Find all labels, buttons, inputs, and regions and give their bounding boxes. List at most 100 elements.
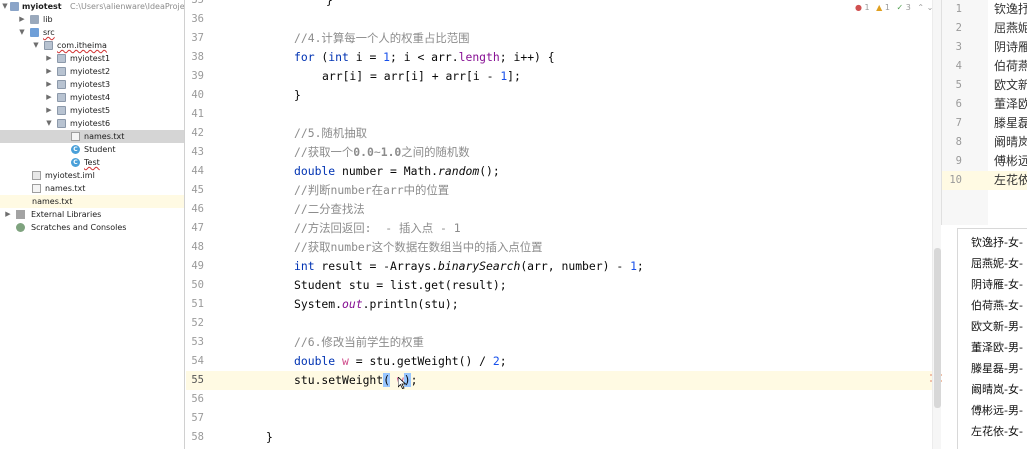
inspections-widget[interactable]: ● 1 ▲ 1 ✓ 3 ⌃ ⌄: [855, 3, 933, 15]
tree-item-label: myiotest.iml: [45, 171, 95, 180]
file-line[interactable]: 7 滕星磊: [942, 114, 1027, 133]
error-icon: ●: [855, 3, 862, 12]
run-console[interactable]: 钦逸抒-女- 屈燕妮-女- 阴诗雁-女- 伯荷燕-女- 欧文新-男- 董泽欧-男…: [957, 228, 1027, 449]
code-comment: 0.0: [353, 145, 374, 159]
code-line[interactable]: //5.随机抽取: [246, 124, 932, 143]
tree-item-label: Test: [84, 158, 100, 167]
class-icon: C: [71, 158, 80, 167]
chevron-right-icon[interactable]: ▶: [45, 65, 53, 78]
line-number: 2: [955, 22, 962, 34]
line-number: 42: [191, 127, 204, 139]
chevron-down-icon[interactable]: ▼: [45, 117, 53, 130]
code-token: stu.setWeight: [294, 373, 384, 387]
code-line[interactable]: }: [246, 428, 932, 447]
tree-item-student[interactable]: C Student: [0, 143, 184, 156]
tree-item-src[interactable]: ▼ src: [0, 26, 184, 39]
tree-item-myiotest6[interactable]: ▼ myiotest6: [0, 117, 184, 130]
file-line[interactable]: 6 董泽欧: [942, 95, 1027, 114]
file-line[interactable]: 2 屈燕妮: [942, 19, 1027, 38]
tree-item-label: names.txt: [84, 132, 125, 141]
code-editor[interactable]: } //4.计算每一个人的权重占比范围 for (int i = 1; i < …: [246, 0, 932, 449]
line-number-gutter[interactable]: 35 36 37 38 39 40 41 42 43 44 45 46 47 4…: [186, 0, 246, 449]
chevron-down-icon[interactable]: ▼: [32, 39, 40, 52]
code-line[interactable]: //判断number在arr中的位置: [246, 181, 932, 200]
file-line[interactable]: 3 阴诗雁: [942, 38, 1027, 57]
tree-item-lib[interactable]: ▶ lib: [0, 13, 184, 26]
tree-item-myiotest2[interactable]: ▶ myiotest2: [0, 65, 184, 78]
code-keyword: for: [294, 50, 315, 64]
code-comment: //判断number在arr中的位置: [294, 183, 450, 197]
console-line: 傅彬远-男-: [971, 404, 1023, 417]
chevron-right-icon[interactable]: ▶: [4, 208, 12, 221]
package-icon: [57, 80, 66, 89]
code-line[interactable]: }: [246, 0, 932, 10]
code-line[interactable]: }: [246, 86, 932, 105]
chevron-down-icon[interactable]: ▼: [1, 0, 9, 13]
chevron-right-icon[interactable]: ▶: [45, 91, 53, 104]
code-line[interactable]: //获取number这个数据在数组当中的插入点位置: [246, 238, 932, 257]
code-token: result = -Arrays.: [314, 259, 439, 273]
scrollbar-thumb[interactable]: [934, 248, 941, 408]
tree-item-com-itheima[interactable]: ▼ com.itheima: [0, 39, 184, 52]
chevron-right-icon[interactable]: ▶: [45, 78, 53, 91]
file-line[interactable]: 9 傅彬远: [942, 152, 1027, 171]
code-line[interactable]: double w = stu.getWeight() / 2;: [246, 352, 932, 371]
code-line[interactable]: //6.修改当前学生的权重: [246, 333, 932, 352]
line-number: 43: [191, 146, 204, 158]
current-line-number: 55: [191, 374, 204, 386]
warning-count: 1: [884, 3, 890, 12]
chevron-right-icon[interactable]: ▶: [45, 52, 53, 65]
line-number: 39: [191, 70, 204, 82]
tree-item-scratches[interactable]: Scratches and Consoles: [0, 221, 184, 234]
line-number: 38: [191, 51, 204, 63]
chevron-right-icon[interactable]: ▶: [45, 104, 53, 117]
tree-item-label: names.txt: [45, 184, 86, 193]
line-number: 44: [191, 165, 204, 177]
chevron-right-icon[interactable]: ▶: [18, 13, 26, 26]
console-line: 伯荷燕-女-: [971, 299, 1023, 312]
tree-item-names-txt-selected[interactable]: names.txt: [0, 130, 184, 143]
line-number: 37: [191, 32, 204, 44]
console-line: 钦逸抒-女-: [971, 236, 1023, 249]
code-line[interactable]: double number = Math.random();: [246, 162, 932, 181]
tree-item-names-txt[interactable]: names.txt: [0, 182, 184, 195]
chevron-down-icon[interactable]: ▼: [18, 26, 26, 39]
code-line[interactable]: //方法回返回: - 插入点 - 1: [246, 219, 932, 238]
code-line[interactable]: //获取一个0.0~1.0之间的随机数: [246, 143, 932, 162]
tree-item-myiotest-iml[interactable]: myiotest.iml: [0, 169, 184, 182]
tree-item-test[interactable]: C Test: [0, 156, 184, 169]
code-line-current[interactable]: stu.setWeight( w);: [246, 371, 932, 390]
tree-item-label: Scratches and Consoles: [31, 223, 127, 232]
code-line[interactable]: int result = -Arrays.binarySearch(arr, n…: [246, 257, 932, 276]
code-line[interactable]: System.out.println(stu);: [246, 295, 932, 314]
file-line[interactable]: 1 钦逸抒: [942, 0, 1027, 19]
tree-item-external-libraries[interactable]: ▶ External Libraries: [0, 208, 184, 221]
file-line-current[interactable]: 10 左花依: [942, 171, 1027, 190]
tree-item-myiotest3[interactable]: ▶ myiotest3: [0, 78, 184, 91]
code-token: (: [314, 50, 329, 64]
text-file-icon: [71, 132, 80, 141]
tree-item-myiotest5[interactable]: ▶ myiotest5: [0, 104, 184, 117]
name-text: 傅彬远: [994, 154, 1027, 168]
tree-item-myiotest4[interactable]: ▶ myiotest4: [0, 91, 184, 104]
code-static-method: binarySearch: [438, 259, 521, 273]
file-line[interactable]: 5 欧文新: [942, 76, 1027, 95]
chevron-up-icon[interactable]: ⌃: [917, 3, 924, 12]
code-line[interactable]: arr[i] = arr[i] + arr[i - 1];: [246, 67, 932, 86]
package-icon: [57, 54, 66, 63]
tree-item-myiotest[interactable]: ▼ myiotest C:\Users\alienware\IdeaProjec…: [0, 0, 184, 13]
tree-item-myiotest1[interactable]: ▶ myiotest1: [0, 52, 184, 65]
editor-scrollbar[interactable]: [932, 0, 941, 449]
code-line[interactable]: Student stu = list.get(result);: [246, 276, 932, 295]
file-line[interactable]: 8 阚晴岚: [942, 133, 1027, 152]
tree-item-label: myiotest3: [70, 80, 111, 89]
console-line: 滕星磊-男-: [971, 362, 1023, 375]
names-file-editor[interactable]: 1 钦逸抒 2 屈燕妮 3 阴诗雁 4 伯荷燕 5 欧文新 6 董泽欧 7 滕星磊 8 阚晴岚 …: [941, 0, 1027, 225]
code-line[interactable]: for (int i = 1; i < arr.length; i++) {: [246, 48, 932, 67]
line-number: 52: [191, 317, 204, 329]
file-line[interactable]: 4 伯荷燕: [942, 57, 1027, 76]
tree-item-names-txt-root[interactable]: names.txt: [0, 195, 184, 208]
code-line[interactable]: //二分查找法: [246, 200, 932, 219]
code-line[interactable]: //4.计算每一个人的权重占比范围: [246, 29, 932, 48]
tree-item-label: com.itheima: [57, 41, 107, 50]
